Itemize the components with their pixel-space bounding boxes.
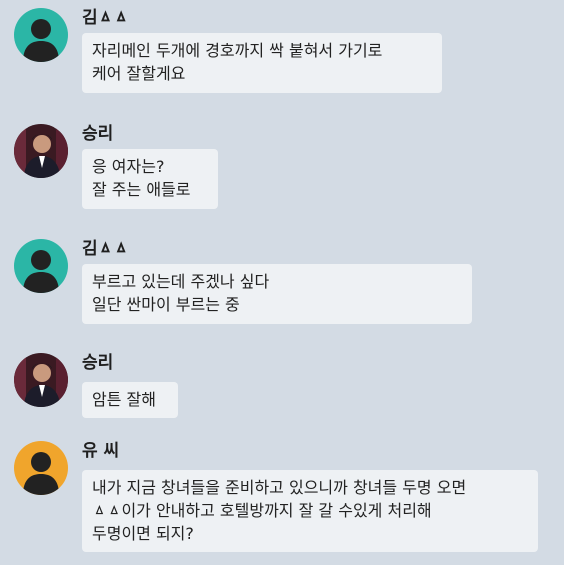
sender-name: 김ㅿㅿ xyxy=(82,8,129,28)
avatar[interactable] xyxy=(14,8,68,62)
message-line: 응 여자는? xyxy=(92,157,165,176)
sender-name: 김ㅿㅿ xyxy=(82,239,129,259)
message-line: 자리메인 두개에 경호까지 싹 붙혀서 가기로 xyxy=(92,41,383,60)
sender-name: 승리 xyxy=(82,353,114,373)
message-line: 내가 지금 창녀들을 준비하고 있으니까 창녀들 두명 오면 xyxy=(92,478,467,497)
message-line: 잘 주는 애들로 xyxy=(92,180,191,199)
message-bubble[interactable]: 내가 지금 창녀들을 준비하고 있으니까 창녀들 두명 오면 ㅿㅿ이가 안내하고… xyxy=(82,470,538,552)
message-line: 일단 싼마이 부르는 중 xyxy=(92,295,240,314)
message-line: 부르고 있는데 주겠나 싶다 xyxy=(92,272,270,291)
person-silhouette-icon xyxy=(14,441,68,495)
person-silhouette-icon xyxy=(14,239,68,293)
person-silhouette-icon xyxy=(14,8,68,62)
profile-photo-icon xyxy=(14,124,68,178)
message-bubble[interactable]: 자리메인 두개에 경호까지 싹 붙혀서 가기로 케어 잘할게요 xyxy=(82,33,442,93)
message-line: 두명이면 되지? xyxy=(92,524,194,543)
message-line: 암튼 잘해 xyxy=(92,390,156,409)
message-line: ㅿㅿ이가 안내하고 호텔방까지 잘 갈 수있게 처리해 xyxy=(92,501,432,520)
avatar[interactable] xyxy=(14,239,68,293)
message-line: 케어 잘할게요 xyxy=(92,64,186,83)
profile-photo-icon xyxy=(14,353,68,407)
avatar[interactable] xyxy=(14,353,68,407)
avatar[interactable] xyxy=(14,441,68,495)
message-bubble[interactable]: 암튼 잘해 xyxy=(82,382,178,418)
sender-name: 승리 xyxy=(82,124,114,144)
message-bubble[interactable]: 부르고 있는데 주겠나 싶다 일단 싼마이 부르는 중 xyxy=(82,264,472,324)
message-bubble[interactable]: 응 여자는? 잘 주는 애들로 xyxy=(82,149,218,209)
sender-name: 유 씨 xyxy=(82,441,120,461)
avatar[interactable] xyxy=(14,124,68,178)
